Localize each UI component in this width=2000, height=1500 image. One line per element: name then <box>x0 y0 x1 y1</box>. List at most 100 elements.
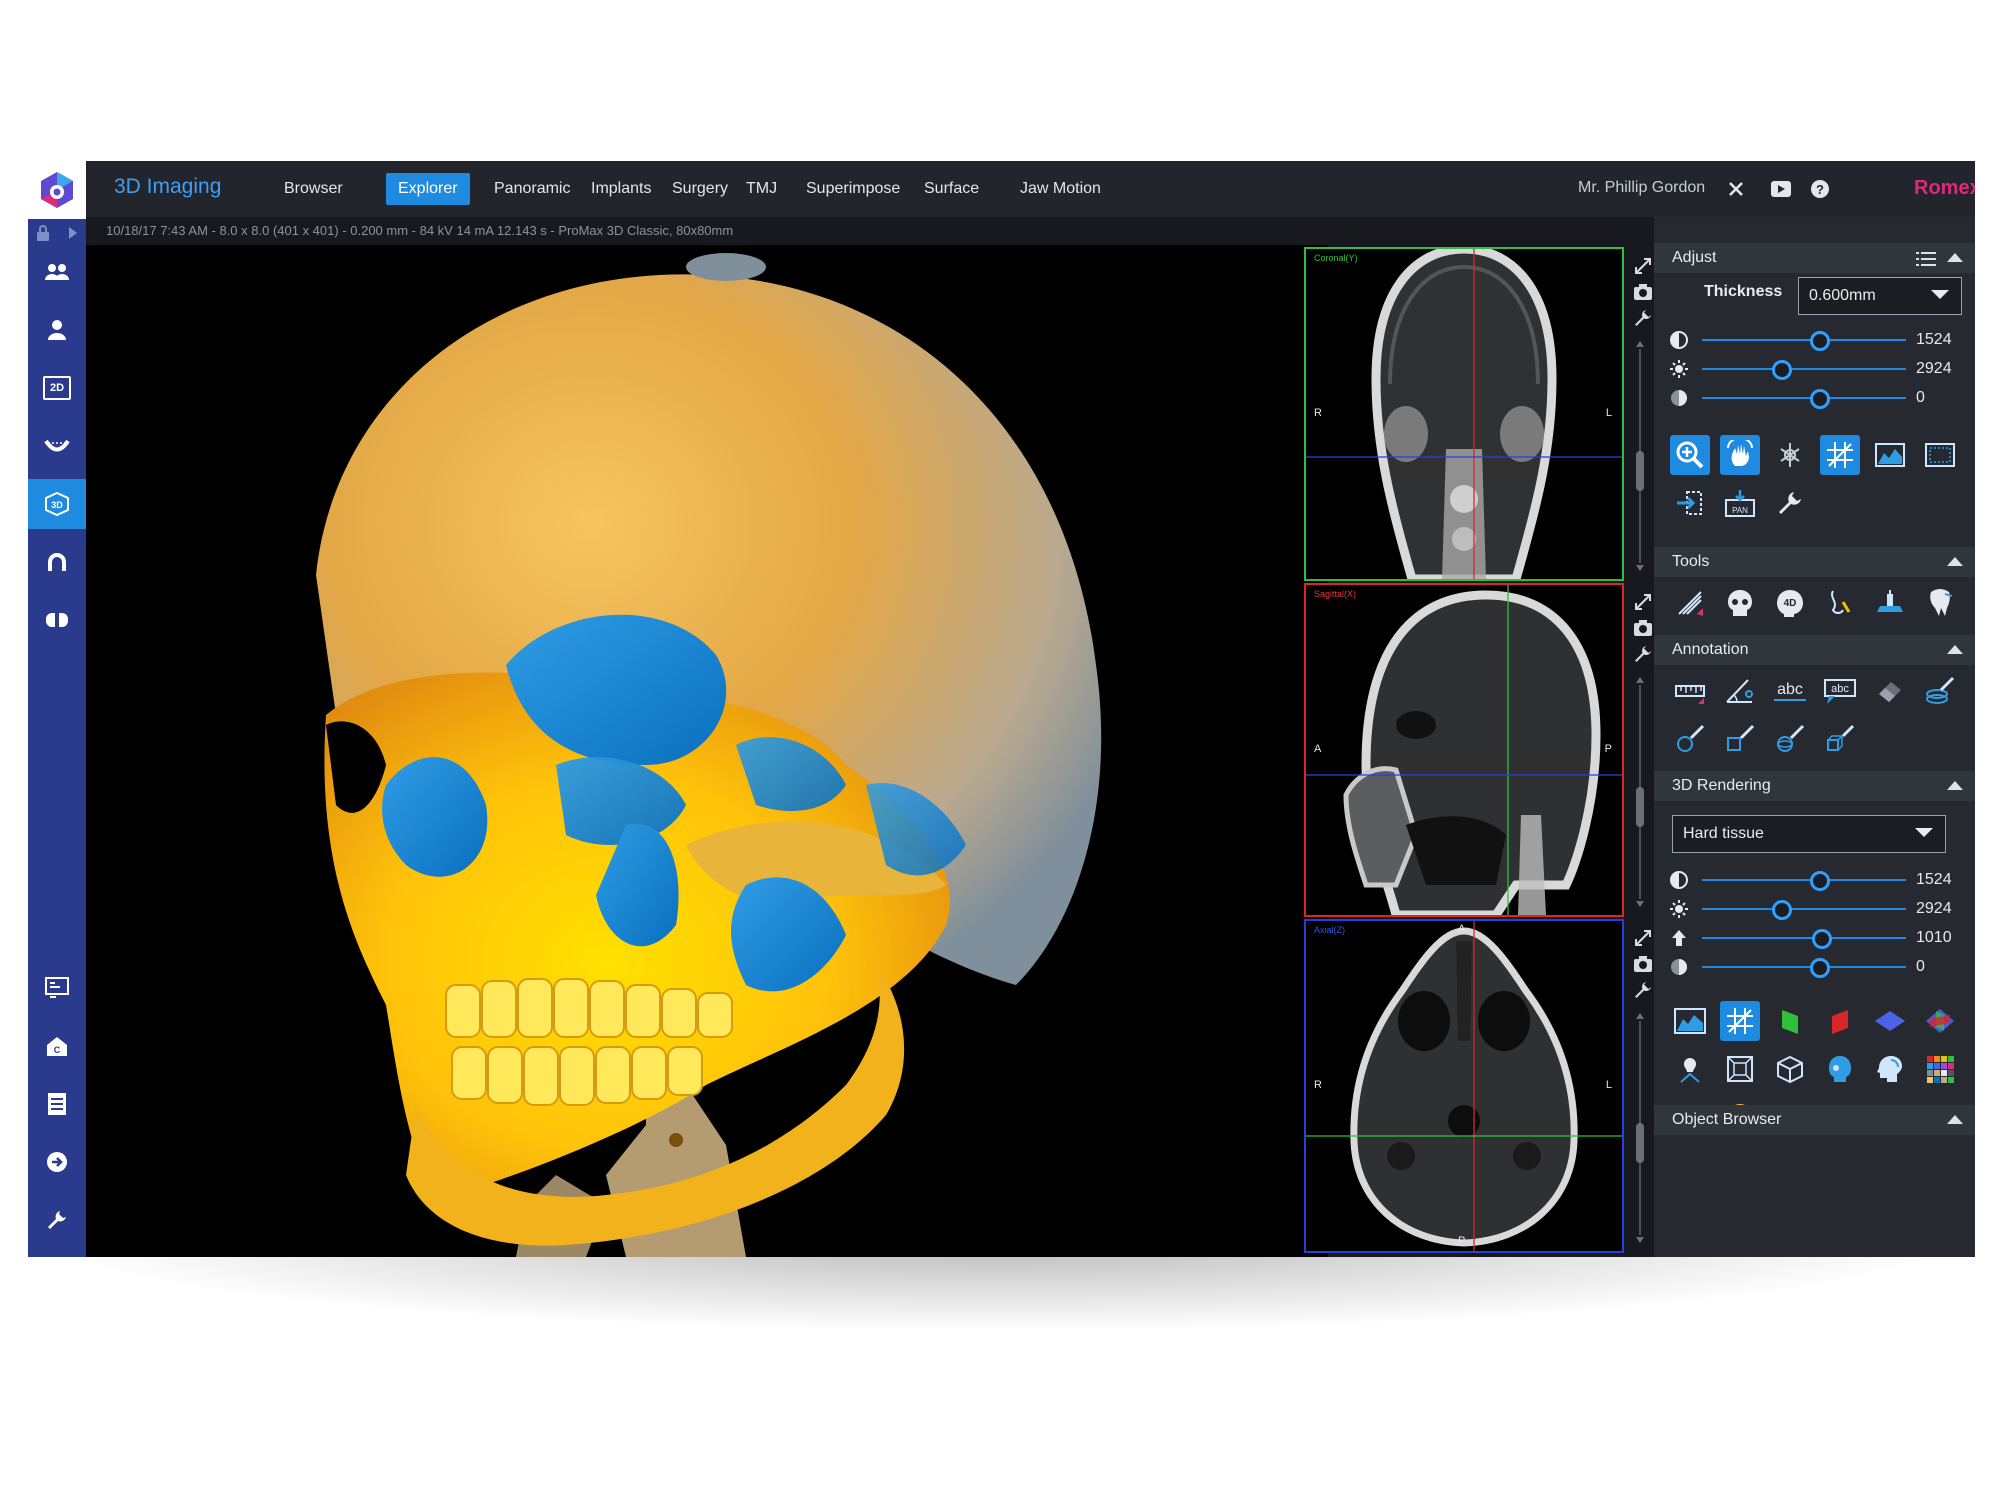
camera-icon[interactable] <box>1633 955 1653 973</box>
axial-plane-button[interactable] <box>1870 1001 1910 1041</box>
slider-knob[interactable] <box>1771 900 1792 920</box>
zoom-button[interactable] <box>1670 435 1710 475</box>
measure-button[interactable] <box>1670 671 1710 711</box>
coronal-plane-button[interactable] <box>1770 1001 1810 1041</box>
rectangle-draw-button[interactable] <box>1720 719 1760 759</box>
cube-view-button[interactable] <box>1770 1049 1810 1089</box>
sagittal-slice-view[interactable]: Sagittal(X) A P <box>1304 583 1624 917</box>
rail-cbct[interactable] <box>28 595 86 645</box>
tab-jaw-motion[interactable]: Jaw Motion <box>1008 173 1113 205</box>
rail-settings[interactable] <box>28 1195 86 1245</box>
wrench-icon[interactable] <box>1634 309 1652 327</box>
render-histogram-button[interactable] <box>1670 1001 1710 1041</box>
rotate-axes-button[interactable] <box>1770 435 1810 475</box>
eraser-button[interactable] <box>1870 671 1910 711</box>
adjust-contrast-slider[interactable]: 1524 <box>1654 329 1975 351</box>
4d-tool-button[interactable]: 4D <box>1770 583 1810 623</box>
lock-icon[interactable] <box>36 225 50 241</box>
maximize-icon[interactable] <box>1634 929 1652 947</box>
histogram-button[interactable] <box>1870 435 1910 475</box>
collapse-object-browser-icon[interactable] <box>1947 1115 1963 1124</box>
rail-patients[interactable] <box>28 247 86 297</box>
rail-home[interactable]: C <box>28 1021 86 1071</box>
light-button[interactable] <box>1670 1049 1710 1089</box>
frame-button[interactable] <box>1920 435 1960 475</box>
render-opacity-slider[interactable]: 0 <box>1654 956 1975 978</box>
slider-knob[interactable] <box>1810 331 1831 351</box>
collapse-tools-icon[interactable] <box>1947 557 1963 566</box>
import-button[interactable] <box>1670 483 1710 523</box>
tab-tmj[interactable]: TMJ <box>734 173 789 205</box>
tab-superimpose[interactable]: Superimpose <box>794 173 912 205</box>
clip-box-button[interactable] <box>1720 1049 1760 1089</box>
slider-knob[interactable] <box>1810 871 1831 891</box>
render-crosshair-button[interactable] <box>1720 1001 1760 1041</box>
head-side-button[interactable] <box>1870 1049 1910 1089</box>
video-icon[interactable] <box>1770 180 1792 198</box>
tab-implants[interactable]: Implants <box>579 173 663 205</box>
sphere-draw-button[interactable] <box>1770 719 1810 759</box>
help-icon[interactable]: ? <box>1810 179 1830 199</box>
tab-surgery[interactable]: Surgery <box>660 173 740 205</box>
adjust-sharpness-slider[interactable]: 0 <box>1654 387 1975 409</box>
pan-export-button[interactable]: PAN <box>1720 483 1760 523</box>
airway-tool-button[interactable] <box>1670 583 1710 623</box>
tab-surface[interactable]: Surface <box>912 173 991 205</box>
maximize-icon[interactable] <box>1634 257 1652 275</box>
tab-panoramic[interactable]: Panoramic <box>482 173 582 205</box>
render-threshold-slider[interactable]: 1010 <box>1654 927 1975 949</box>
head-front-button[interactable] <box>1820 1049 1860 1089</box>
render-contrast-slider[interactable]: 1524 <box>1654 869 1975 891</box>
rendering-header[interactable]: 3D Rendering <box>1654 771 1975 801</box>
collapse-rendering-icon[interactable] <box>1947 781 1963 790</box>
sagittal-plane-button[interactable] <box>1820 1001 1860 1041</box>
wrench-icon[interactable] <box>1634 645 1652 663</box>
rail-dental-arch[interactable] <box>28 421 86 471</box>
collapse-adjust-icon[interactable] <box>1947 253 1963 262</box>
text-box-button[interactable]: abc <box>1820 671 1860 711</box>
annotation-header[interactable]: Annotation <box>1654 635 1975 665</box>
rendering-preset-select[interactable]: Hard tissue <box>1672 815 1946 853</box>
rail-export[interactable] <box>28 1137 86 1187</box>
rail-3d[interactable]: 3D <box>28 479 86 529</box>
rail-patient[interactable] <box>28 305 86 355</box>
expand-rail-icon[interactable] <box>68 226 78 240</box>
axial-scrollbar[interactable] <box>1634 1013 1646 1243</box>
slider-knob[interactable] <box>1810 389 1831 409</box>
implant-tool-button[interactable] <box>1870 583 1910 623</box>
rail-2d[interactable]: 2D <box>28 363 86 413</box>
coronal-scrollbar[interactable] <box>1634 341 1646 571</box>
text-button[interactable]: abc <box>1770 671 1810 711</box>
adjust-brightness-slider[interactable]: 2924 <box>1654 358 1975 380</box>
circle-draw-button[interactable] <box>1670 719 1710 759</box>
all-planes-button[interactable] <box>1920 1001 1960 1041</box>
rail-arch[interactable] <box>28 537 86 587</box>
angle-button[interactable] <box>1720 671 1760 711</box>
tooth-tool-button[interactable] <box>1920 583 1960 623</box>
color-map-button[interactable] <box>1920 1049 1960 1089</box>
rail-report[interactable] <box>28 1079 86 1129</box>
skull-tool-button[interactable] <box>1720 583 1760 623</box>
slider-knob[interactable] <box>1810 958 1831 978</box>
camera-icon[interactable] <box>1633 283 1653 301</box>
3d-view[interactable] <box>86 245 1328 1257</box>
close-patient-icon[interactable] <box>1728 181 1744 197</box>
tools-header[interactable]: Tools <box>1654 547 1975 577</box>
cube-draw-button[interactable] <box>1820 719 1860 759</box>
slider-knob[interactable] <box>1771 360 1792 380</box>
maximize-icon[interactable] <box>1634 593 1652 611</box>
list-icon[interactable] <box>1916 251 1936 267</box>
adjust-header[interactable]: Adjust <box>1654 243 1975 273</box>
rail-queue[interactable] <box>28 963 86 1013</box>
pan-hand-button[interactable] <box>1720 435 1760 475</box>
coronal-slice-view[interactable]: Coronal(Y) R L <box>1304 247 1624 581</box>
tab-browser[interactable]: Browser <box>272 173 355 205</box>
layers-draw-button[interactable] <box>1920 671 1960 711</box>
nerve-tool-button[interactable] <box>1820 583 1860 623</box>
object-browser-header[interactable]: Object Browser <box>1654 1105 1975 1135</box>
collapse-annotation-icon[interactable] <box>1947 645 1963 654</box>
camera-icon[interactable] <box>1633 619 1653 637</box>
tab-explorer[interactable]: Explorer <box>386 173 470 205</box>
app-logo[interactable] <box>28 161 86 219</box>
sagittal-scrollbar[interactable] <box>1634 677 1646 907</box>
